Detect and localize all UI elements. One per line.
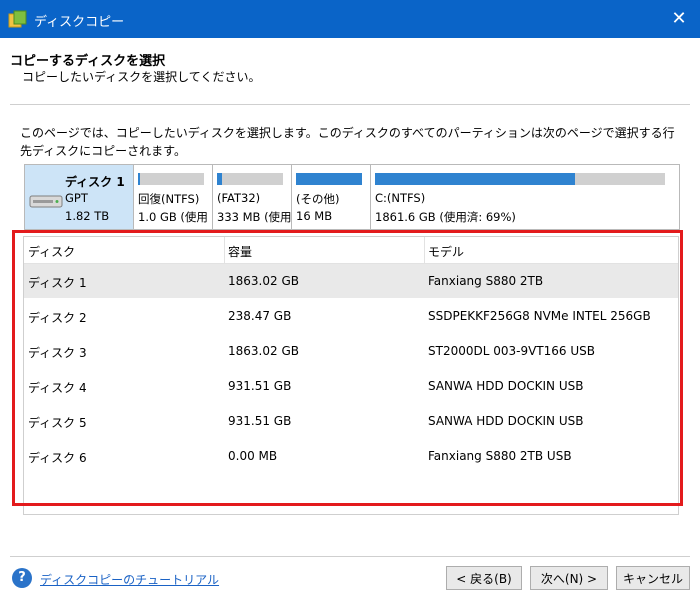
- partition-info: 1861.6 GB (使用済: 69%): [375, 210, 516, 224]
- partition-other[interactable]: (その他) 16 MB: [292, 165, 371, 229]
- column-divider: [424, 237, 425, 263]
- partition-label: C:(NTFS): [375, 191, 426, 205]
- close-icon[interactable]: ✕: [668, 8, 690, 30]
- cell-capacity: 1863.02 GB: [228, 274, 299, 288]
- partition-usage-fill: [296, 173, 362, 185]
- disk-copy-app-icon: [8, 10, 27, 28]
- partition-label: (その他): [296, 192, 340, 206]
- next-button[interactable]: 次へ(N) >: [530, 566, 608, 590]
- cell-model: ST2000DL 003-9VT166 USB: [428, 344, 595, 358]
- page-subtitle: コピーしたいディスクを選択してください。: [22, 70, 261, 84]
- header-divider: [10, 104, 690, 105]
- column-divider: [224, 237, 225, 263]
- partition-c-drive[interactable]: C:(NTFS) 1861.6 GB (使用済: 69%): [371, 165, 678, 229]
- cell-disk: ディスク 1: [28, 276, 87, 290]
- column-header-disk[interactable]: ディスク: [28, 243, 75, 260]
- cell-disk: ディスク 5: [28, 416, 87, 430]
- cell-model: Fanxiang S880 2TB: [428, 274, 544, 288]
- footer-divider: [10, 556, 690, 557]
- partition-info: 333 MB (使用: [217, 210, 292, 224]
- page-title: コピーするディスクを選択: [10, 54, 166, 69]
- cell-model: Fanxiang S880 2TB USB: [428, 449, 572, 463]
- partition-fat32[interactable]: (FAT32) 333 MB (使用: [213, 165, 292, 229]
- partition-label: 回復(NTFS): [138, 192, 200, 206]
- partition-recovery[interactable]: 回復(NTFS) 1.0 GB (使用: [134, 165, 213, 229]
- table-row[interactable]: ディスク 4 931.51 GB SANWA HDD DOCKIN USB: [24, 369, 678, 403]
- partition-label: (FAT32): [217, 191, 261, 205]
- window-title: ディスクコピー: [34, 15, 125, 30]
- cancel-button[interactable]: キャンセル: [616, 566, 690, 590]
- table-row[interactable]: ディスク 3 1863.02 GB ST2000DL 003-9VT166 US…: [24, 334, 678, 368]
- disk-map[interactable]: ディスク 1 GPT 1.82 TB 回復(NTFS) 1.0 GB (使用 (…: [24, 164, 680, 230]
- cell-disk: ディスク 3: [28, 346, 87, 360]
- help-icon[interactable]: ?: [12, 568, 32, 588]
- partition-info: 1.0 GB (使用: [138, 210, 208, 224]
- cell-disk: ディスク 6: [28, 451, 87, 465]
- cell-capacity: 931.51 GB: [228, 379, 292, 393]
- table-header: ディスク 容量 モデル: [24, 237, 678, 264]
- partition-usage-fill: [138, 173, 140, 185]
- disk-info-panel[interactable]: ディスク 1 GPT 1.82 TB: [25, 165, 134, 229]
- cell-model: SANWA HDD DOCKIN USB: [428, 414, 584, 428]
- disk-name: ディスク 1: [65, 175, 125, 189]
- cell-disk: ディスク 4: [28, 381, 87, 395]
- table-row[interactable]: ディスク 5 931.51 GB SANWA HDD DOCKIN USB: [24, 404, 678, 438]
- page-description: このページでは、コピーしたいディスクを選択します。このディスクのすべてのパーティ…: [20, 126, 675, 158]
- cell-capacity: 0.00 MB: [228, 449, 278, 463]
- cell-disk: ディスク 2: [28, 311, 87, 325]
- partition-info: 16 MB: [296, 209, 333, 223]
- cell-model: SSDPEKKF256G8 NVMe INTEL 256GB: [428, 309, 651, 323]
- disk-table[interactable]: ディスク 容量 モデル ディスク 1 1863.02 GB Fanxiang S…: [23, 236, 679, 515]
- back-button[interactable]: < 戻る(B): [446, 566, 522, 590]
- cell-capacity: 1863.02 GB: [228, 344, 299, 358]
- hard-disk-icon: [29, 195, 63, 208]
- cell-model: SANWA HDD DOCKIN USB: [428, 379, 584, 393]
- disk-size: 1.82 TB: [65, 209, 110, 223]
- column-header-model[interactable]: モデル: [428, 243, 464, 260]
- cell-capacity: 931.51 GB: [228, 414, 292, 428]
- table-row[interactable]: ディスク 2 238.47 GB SSDPEKKF256G8 NVMe INTE…: [24, 299, 678, 333]
- column-header-capacity[interactable]: 容量: [228, 243, 252, 260]
- cell-capacity: 238.47 GB: [228, 309, 292, 323]
- disk-type: GPT: [65, 191, 88, 205]
- title-bar: ディスクコピー ✕: [0, 0, 700, 38]
- table-row[interactable]: ディスク 6 0.00 MB Fanxiang S880 2TB USB: [24, 439, 678, 473]
- table-row[interactable]: ディスク 1 1863.02 GB Fanxiang S880 2TB: [24, 264, 678, 298]
- partition-usage-fill: [217, 173, 223, 185]
- tutorial-link[interactable]: ディスクコピーのチュートリアル: [40, 571, 219, 588]
- partition-usage-fill: [375, 173, 576, 185]
